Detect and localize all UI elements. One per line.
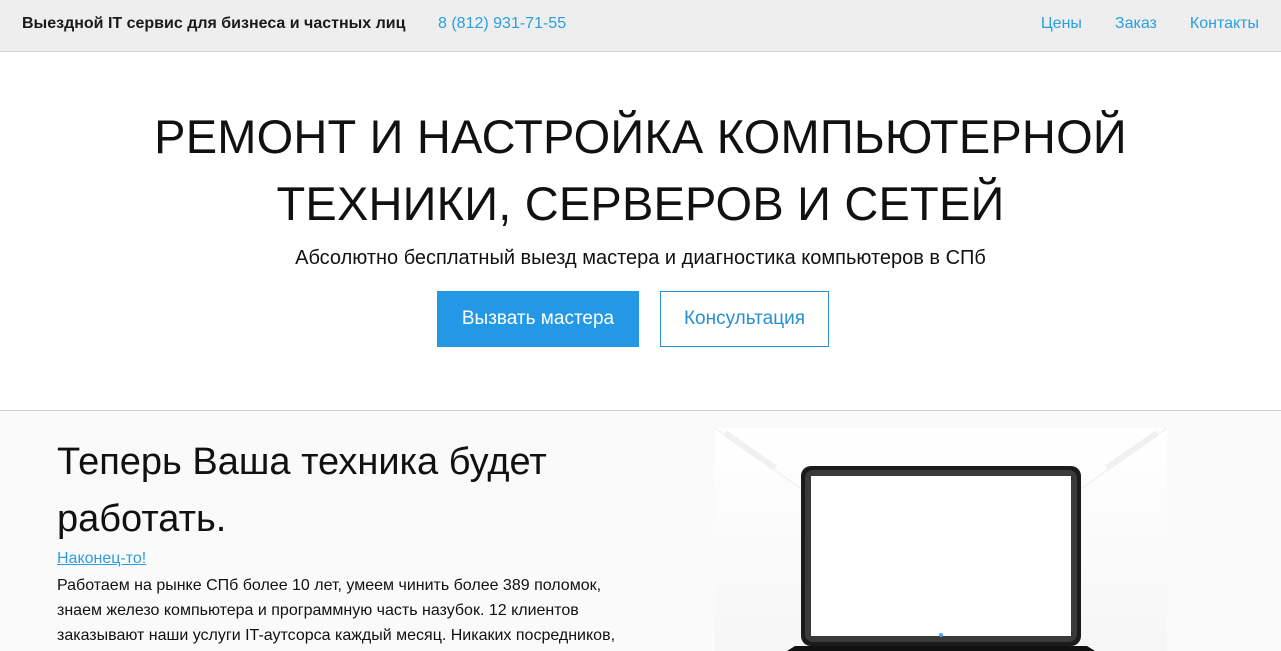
feature-body-line-2: знаем железо компьютера и программную ча… [57,602,579,619]
nav-link-prices[interactable]: Цены [1041,15,1082,33]
hero-title-line-1: РЕМОНТ И НАСТРОЙКА КОМПЬЮТЕРНОЙ [154,110,1127,163]
main-nav: Цены Заказ Контакты [1041,15,1259,33]
phone-link[interactable]: 8 (812) 931-71-55 [438,15,566,33]
call-master-button[interactable]: Вызвать мастера [437,291,639,347]
feature-body-line-1: Работаем на рынке СПб более 10 лет, умее… [57,577,602,594]
feature-body: Работаем на рынке СПб более 10 лет, умее… [57,573,637,648]
feature-heading: Теперь Ваша техника будет работать. [57,441,547,540]
feature-section: Теперь Ваша техника будет работать. Нако… [0,412,1281,651]
feature-body-line-3: заказывают наши услуги IT-аутсорса кажды… [57,627,616,644]
hero-section: РЕМОНТ И НАСТРОЙКА КОМПЬЮТЕРНОЙ ТЕХНИКИ,… [0,53,1281,411]
laptop-icon [715,428,1167,651]
laptop-image [715,428,1167,651]
feature-tagline[interactable]: Наконец-то! [57,550,146,568]
hero-title: РЕМОНТ И НАСТРОЙКА КОМПЬЮТЕРНОЙ ТЕХНИКИ,… [0,103,1281,237]
hero-subtitle: Абсолютно бесплатный выезд мастера и диа… [295,247,986,269]
nav-link-order[interactable]: Заказ [1115,15,1157,33]
consultation-button[interactable]: Консультация [660,291,829,347]
brand-title[interactable]: Выездной IT сервис для бизнеса и частных… [22,15,405,33]
nav-link-contacts[interactable]: Контакты [1190,15,1259,33]
hero-title-line-2: ТЕХНИКИ, СЕРВЕРОВ И СЕТЕЙ [276,177,1005,230]
top-navbar: Выездной IT сервис для бизнеса и частных… [0,0,1281,52]
